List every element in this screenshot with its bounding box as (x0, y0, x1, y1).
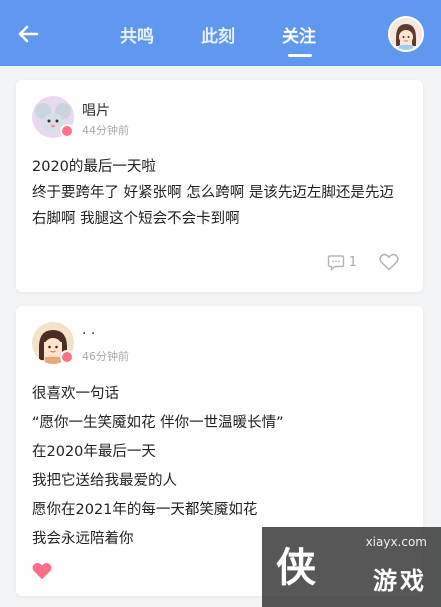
tab-following[interactable]: 关注 (282, 22, 316, 47)
post-content: 2020的最后一天啦 终于要跨年了 好紧张啊 怎么跨啊 是该先迈左脚还是先迈右脚… (32, 159, 394, 227)
username[interactable]: · · (82, 326, 95, 342)
heart-filled-icon[interactable] (32, 562, 52, 580)
comment-button[interactable]: 1 (327, 254, 357, 271)
profile-avatar[interactable] (388, 16, 424, 52)
watermark-logo: 侠 (276, 544, 316, 591)
comment-count: 1 (348, 254, 357, 270)
site-watermark: 侠 xiayx.com 游戏 (262, 527, 441, 607)
avatar-badge (60, 350, 74, 364)
avatar-badge (60, 124, 74, 138)
watermark-brand: 游戏 (373, 567, 427, 595)
username[interactable]: 唱片 (82, 100, 110, 120)
post-card[interactable]: 唱片 44分钟前 2020的最后一天啦 终于要跨年了 好紧张啊 怎么跨啊 是该先… (16, 80, 423, 292)
active-tab-indicator (288, 54, 312, 57)
arrow-left-icon (18, 25, 39, 43)
comment-icon (327, 254, 344, 271)
post-time: 44分钟前 (82, 124, 129, 137)
tab-resonance[interactable]: 共鸣 (120, 22, 154, 47)
heart-icon[interactable] (379, 253, 399, 271)
post-time: 46分钟前 (82, 350, 129, 363)
tab-moment[interactable]: 此刻 (201, 22, 235, 47)
post-actions: 1 (327, 252, 399, 272)
girl-avatar-icon (390, 18, 422, 50)
tab-bar: 共鸣 此刻 关注 (100, 0, 340, 66)
back-button[interactable] (14, 20, 42, 48)
top-bar: 共鸣 此刻 关注 (0, 0, 441, 66)
watermark-site: xiayx.com (365, 535, 427, 549)
